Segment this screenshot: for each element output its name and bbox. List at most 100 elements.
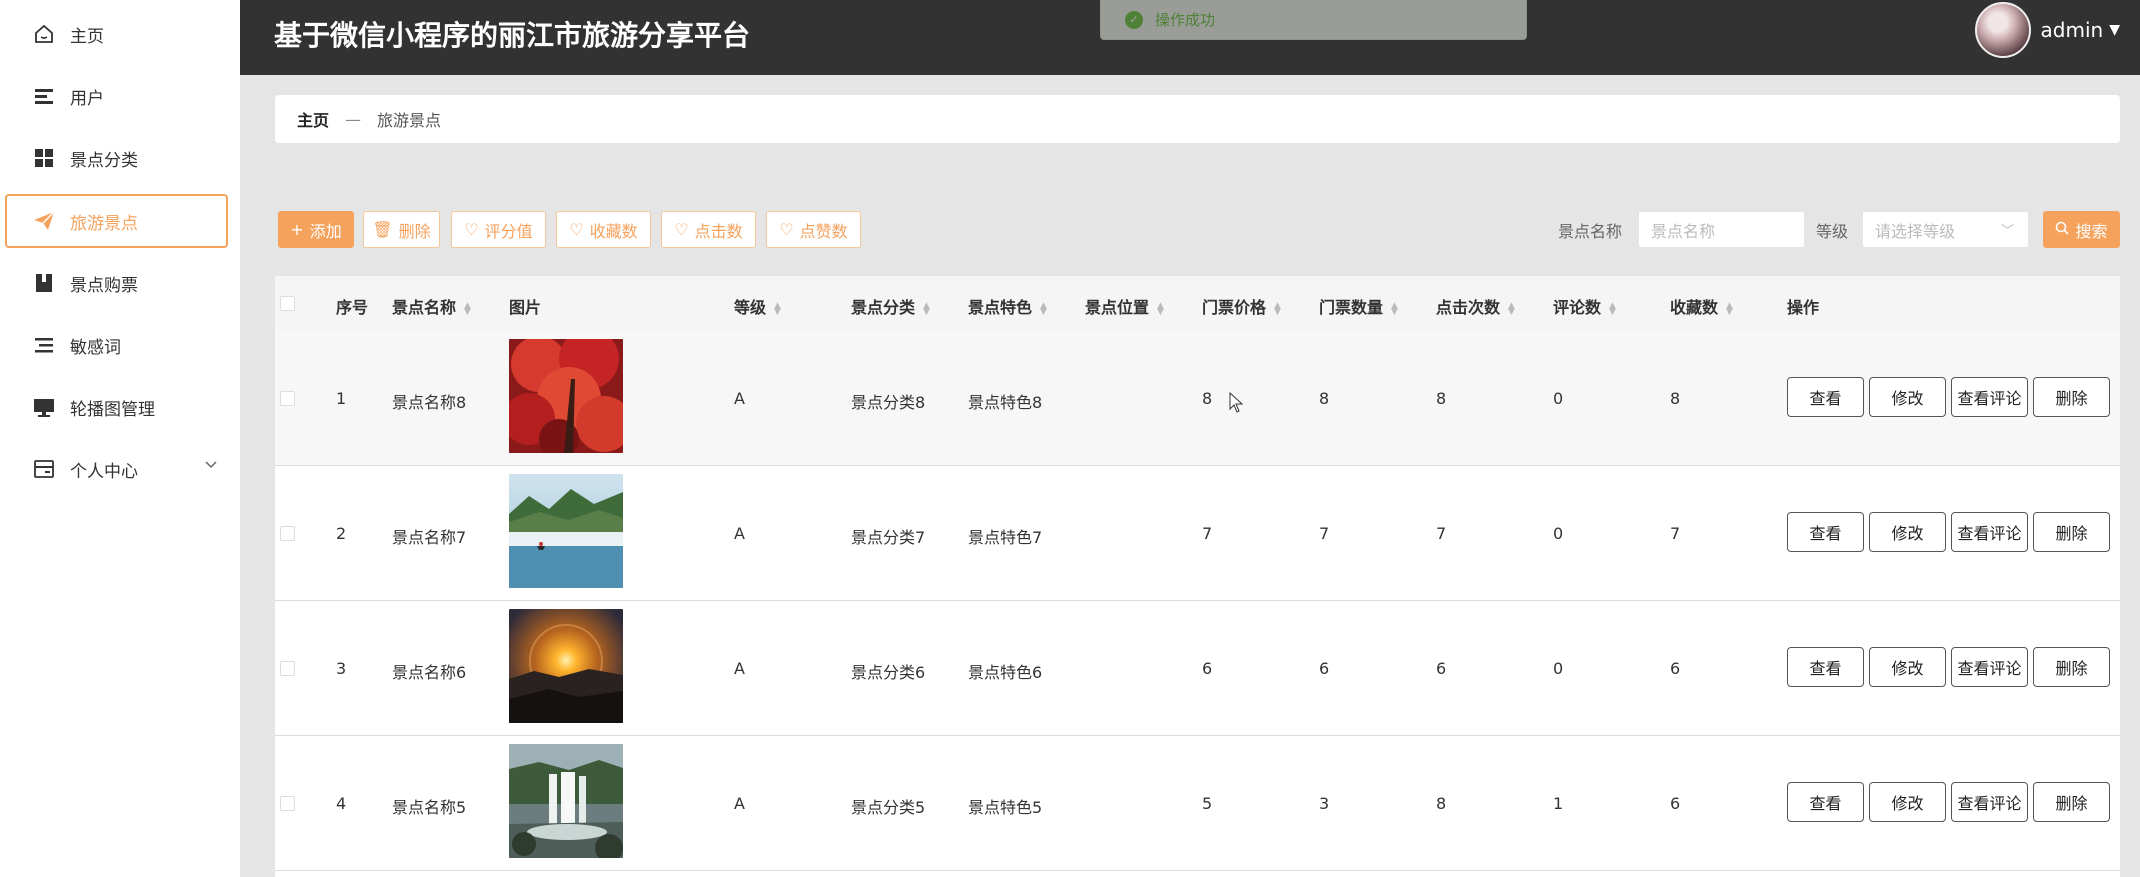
col-price[interactable]: 门票价格 ▲ ▼ bbox=[1202, 294, 1281, 318]
delete-row-button[interactable]: 删除 bbox=[2033, 512, 2110, 552]
col-comments[interactable]: 评论数 ▲ ▼ bbox=[1553, 294, 1616, 318]
heart-icon: ♡ bbox=[569, 220, 584, 239]
col-index: 序号 bbox=[336, 298, 369, 317]
grid-icon bbox=[32, 146, 56, 170]
chevron-down-icon: ﹀ bbox=[2000, 224, 2014, 239]
breadcrumb-home[interactable]: 主页 bbox=[297, 107, 329, 131]
likes-button[interactable]: ♡ 点赞数 bbox=[766, 211, 861, 248]
row-checkbox[interactable] bbox=[280, 661, 295, 676]
view-button[interactable]: 查看 bbox=[1787, 512, 1864, 552]
caret-down-icon[interactable]: ▼ bbox=[2109, 22, 2120, 38]
sidebar-item-tickets[interactable]: 景点购票 bbox=[0, 256, 240, 310]
cell-price: 7 bbox=[1202, 524, 1213, 543]
favorites-button-label: 收藏数 bbox=[589, 221, 638, 241]
col-image: 图片 bbox=[509, 298, 542, 317]
toast-message: 操作成功 bbox=[1155, 11, 1216, 29]
sidebar-item-sensitive-words[interactable]: 敏感词 bbox=[0, 318, 240, 372]
cell-favorites: 6 bbox=[1670, 794, 1681, 813]
cell-clicks: 8 bbox=[1436, 389, 1447, 408]
cell-price: 6 bbox=[1202, 659, 1213, 678]
name-search-label: 景点名称 bbox=[1558, 222, 1623, 241]
cell-quantity: 6 bbox=[1319, 659, 1330, 678]
row-checkbox[interactable] bbox=[280, 391, 295, 406]
cell-clicks: 7 bbox=[1436, 524, 1447, 543]
cell-index: 1 bbox=[336, 389, 347, 408]
avatar[interactable] bbox=[1974, 2, 2031, 58]
col-level[interactable]: 等级 ▲ ▼ bbox=[734, 294, 781, 318]
col-location[interactable]: 景点位置 ▲ ▼ bbox=[1085, 294, 1164, 318]
view-comments-button[interactable]: 查看评论 bbox=[1951, 647, 2028, 687]
search-button-label: 搜索 bbox=[2075, 221, 2108, 241]
edit-button[interactable]: 修改 bbox=[1869, 377, 1946, 417]
level-search-label: 等级 bbox=[1816, 222, 1849, 241]
cell-feature: 景点特色8 bbox=[968, 393, 1043, 412]
clicks-button[interactable]: ♡ 点击数 bbox=[661, 211, 756, 248]
cell-price: 5 bbox=[1202, 794, 1213, 813]
cell-quantity: 8 bbox=[1319, 389, 1330, 408]
breadcrumb: 主页 — 旅游景点 bbox=[275, 95, 2120, 143]
row-checkbox[interactable] bbox=[280, 526, 295, 541]
delete-button-label: 删除 bbox=[398, 221, 431, 241]
cell-comments: 1 bbox=[1553, 794, 1564, 813]
sort-icon: ▲ ▼ bbox=[1157, 300, 1164, 317]
home-icon bbox=[32, 22, 56, 46]
add-button-label: 添加 bbox=[309, 221, 342, 241]
name-search-input[interactable]: 景点名称 bbox=[1638, 211, 1805, 248]
sort-icon: ▲ ▼ bbox=[464, 300, 471, 317]
sidebar-item-home[interactable]: 主页 bbox=[0, 7, 240, 61]
edit-button[interactable]: 修改 bbox=[1869, 512, 1946, 552]
col-favorites[interactable]: 收藏数 ▲ ▼ bbox=[1670, 294, 1733, 318]
view-button[interactable]: 查看 bbox=[1787, 647, 1864, 687]
sidebar-item-label: 旅游景点 bbox=[70, 213, 138, 234]
select-all-checkbox[interactable] bbox=[280, 296, 295, 311]
chevron-down-icon[interactable] bbox=[204, 458, 218, 476]
view-comments-button[interactable]: 查看评论 bbox=[1951, 512, 2028, 552]
search-button[interactable]: 搜索 bbox=[2043, 211, 2120, 248]
delete-row-button[interactable]: 删除 bbox=[2033, 377, 2110, 417]
edit-button[interactable]: 修改 bbox=[1869, 782, 1946, 822]
sidebar-item-users[interactable]: 用户 bbox=[0, 69, 240, 123]
view-button[interactable]: 查看 bbox=[1787, 782, 1864, 822]
cell-category: 景点分类8 bbox=[851, 393, 926, 412]
sidebar-item-label: 景点购票 bbox=[70, 275, 138, 296]
delete-row-button[interactable]: 删除 bbox=[2033, 782, 2110, 822]
sort-icon: ▲ ▼ bbox=[1274, 300, 1281, 317]
sidebar-item-attractions[interactable]: 旅游景点 bbox=[5, 194, 228, 248]
cell-price: 8 bbox=[1202, 389, 1213, 408]
rating-button[interactable]: ♡ 评分值 bbox=[451, 211, 546, 248]
attraction-image bbox=[509, 474, 623, 588]
sort-icon: ▲ ▼ bbox=[1508, 300, 1515, 317]
level-select-placeholder: 请选择等级 bbox=[1875, 221, 1956, 241]
table-row: 4 景点名称5 A 景点分类5 景点特色5 5 3 8 1 6 查看 修改 查看… bbox=[275, 736, 2120, 871]
cell-index: 2 bbox=[336, 524, 347, 543]
col-feature[interactable]: 景点特色 ▲ ▼ bbox=[968, 294, 1047, 318]
favorites-button[interactable]: ♡ 收藏数 bbox=[556, 211, 651, 248]
level-select[interactable]: 请选择等级 ﹀ bbox=[1862, 211, 2029, 248]
row-checkbox[interactable] bbox=[280, 796, 295, 811]
delete-row-button[interactable]: 删除 bbox=[2033, 647, 2110, 687]
cell-level: A bbox=[734, 389, 745, 408]
username[interactable]: admin bbox=[2041, 18, 2104, 42]
view-comments-button[interactable]: 查看评论 bbox=[1951, 782, 2028, 822]
view-button[interactable]: 查看 bbox=[1787, 377, 1864, 417]
delete-button[interactable]: 🗑 删除 bbox=[363, 211, 440, 248]
add-button[interactable]: + 添加 bbox=[278, 211, 354, 248]
heart-icon: ♡ bbox=[464, 220, 479, 239]
cell-index: 3 bbox=[336, 659, 347, 678]
view-comments-button[interactable]: 查看评论 bbox=[1951, 377, 2028, 417]
col-clicks[interactable]: 点击次数 ▲ ▼ bbox=[1436, 294, 1515, 318]
sidebar-item-personal-center[interactable]: 个人中心 bbox=[0, 442, 240, 496]
col-name[interactable]: 景点名称 ▲ ▼ bbox=[392, 294, 471, 318]
user-menu[interactable]: admin ▼ bbox=[1974, 2, 2120, 58]
sidebar-item-carousel[interactable]: 轮播图管理 bbox=[0, 380, 240, 434]
rating-button-label: 评分值 bbox=[484, 221, 533, 241]
cell-quantity: 7 bbox=[1319, 524, 1330, 543]
trash-icon: 🗑 bbox=[372, 220, 393, 239]
cell-favorites: 6 bbox=[1670, 659, 1681, 678]
sidebar-item-categories[interactable]: 景点分类 bbox=[0, 131, 240, 185]
col-category[interactable]: 景点分类 ▲ ▼ bbox=[851, 294, 930, 318]
sidebar-item-label: 景点分类 bbox=[70, 150, 138, 171]
attraction-image bbox=[509, 744, 623, 858]
edit-button[interactable]: 修改 bbox=[1869, 647, 1946, 687]
col-quantity[interactable]: 门票数量 ▲ ▼ bbox=[1319, 294, 1398, 318]
